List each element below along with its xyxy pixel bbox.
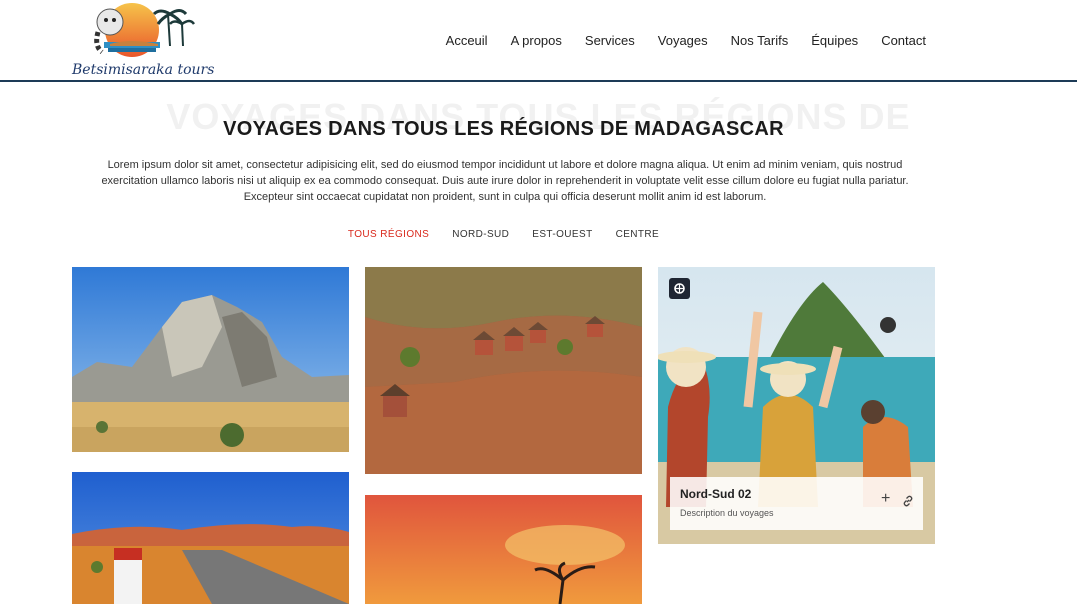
nav-item-voyages[interactable]: Voyages	[658, 33, 708, 48]
rock-landscape-image	[72, 267, 349, 452]
nav-item-a-propos[interactable]: A propos	[511, 33, 562, 48]
plus-icon[interactable]: +	[881, 491, 890, 507]
filter-centre[interactable]: CENTRE	[616, 229, 660, 240]
link-icon[interactable]	[902, 495, 914, 507]
expand-icon	[674, 283, 685, 294]
gallery-item-sunset-baobab[interactable]	[365, 495, 642, 604]
region-filters: TOUS RÉGIONS NORD-SUD EST-OUEST CENTRE	[0, 229, 1007, 240]
gallery-item-village-hills[interactable]	[365, 267, 642, 474]
main-nav: Acceuil A propos Services Voyages Nos Ta…	[423, 33, 926, 48]
caption-description: Description du voyages	[680, 508, 774, 518]
section-description: Lorem ipsum dolor sit amet, consectetur …	[101, 159, 909, 203]
sunset-baobab-image	[365, 495, 642, 604]
rn7-road-image	[72, 472, 349, 604]
site-logo[interactable]: Betsimisaraka tours	[70, 2, 214, 80]
nav-item-services[interactable]: Services	[585, 33, 635, 48]
filter-est-ouest[interactable]: EST-OUEST	[532, 229, 592, 240]
gallery-item-rock-landscape[interactable]	[72, 267, 349, 452]
logo-sunset-icon	[94, 3, 196, 57]
gallery-item-rn7-road[interactable]	[72, 472, 349, 604]
gallery-item-travelers-bay[interactable]: Nord-Sud 02 Description du voyages +	[658, 267, 935, 544]
nav-item-acceuil[interactable]: Acceuil	[446, 33, 488, 48]
caption-title: Nord-Sud 02	[680, 487, 752, 501]
nav-item-equipes[interactable]: Équipes	[811, 33, 858, 48]
filter-nord-sud[interactable]: NORD-SUD	[452, 229, 509, 240]
filter-tous-regions[interactable]: TOUS RÉGIONS	[348, 229, 429, 240]
nav-item-nos-tarifs[interactable]: Nos Tarifs	[731, 33, 789, 48]
logo-text: Betsimisaraka tours	[72, 62, 215, 78]
section-title: VOYAGES DANS TOUS LES RÉGIONS DE MADAGAS…	[223, 118, 784, 140]
site-header: Betsimisaraka tours Acceuil A propos Ser…	[0, 0, 1077, 82]
nav-item-contact[interactable]: Contact	[881, 33, 926, 48]
zoom-badge[interactable]	[669, 278, 690, 299]
village-hills-image	[365, 267, 642, 474]
gallery-caption: Nord-Sud 02 Description du voyages +	[670, 477, 923, 530]
